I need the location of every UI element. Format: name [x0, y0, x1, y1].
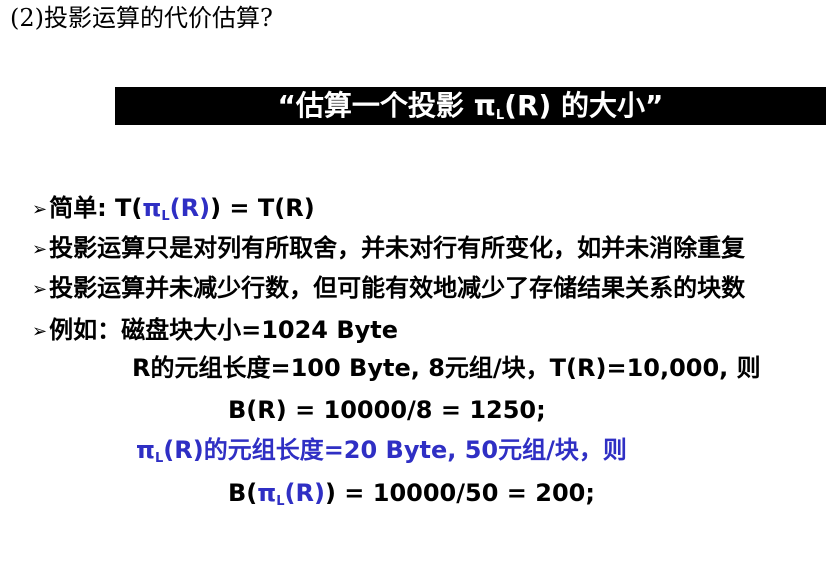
- example-line-4-prefix: B(: [228, 479, 258, 507]
- bullet-columns: ➢投影运算只是对列有所取舍，并未对行有所变化，如并未消除重复: [32, 231, 745, 267]
- example-line-4: B(πL(R)) = 10000/50 = 200;: [228, 476, 595, 510]
- slide: (2)投影运算的代价估算? “估算一个投影 πL(R) 的大小” ➢简单: T(…: [0, 0, 835, 576]
- example-line-3-pi-symbol: π: [136, 436, 155, 464]
- bullet-arrow-icon: ➢: [32, 199, 48, 220]
- example-line-4-pi-subscript: L: [276, 494, 285, 509]
- section-heading: (2)投影运算的代价估算?: [10, 4, 273, 32]
- banner-pi-symbol: π: [473, 89, 496, 122]
- banner-text-end: (R) 的大小”: [504, 89, 664, 122]
- example-line-4-projection: πL(R): [257, 479, 325, 509]
- bullet-simple-suffix: ) = T(R): [210, 194, 315, 222]
- bullet-example-text: 例如：磁盘块大小=1024 Byte: [49, 316, 399, 344]
- example-line-2: B(R) = 10000/8 = 1250;: [228, 396, 546, 424]
- example-line-4-relation: (R): [284, 479, 325, 507]
- bullet-arrow-icon: ➢: [32, 321, 48, 342]
- example-line-3-text: (R)的元组长度=20 Byte, 50元组/块，则: [163, 436, 627, 464]
- example-line-4-pi-symbol: π: [257, 479, 277, 507]
- bullet-simple-projection: πL(R): [142, 194, 211, 224]
- banner-text-start: “估算一个投影: [277, 89, 474, 122]
- example-line-1: R的元组长度=100 Byte, 8元组/块，T(R)=10,000, 则: [132, 354, 761, 382]
- example-line-3: πL(R)的元组长度=20 Byte, 50元组/块，则: [136, 433, 627, 467]
- bullet-simple-relation: (R): [169, 194, 211, 222]
- bullet-simple: ➢简单: T(πL(R)) = T(R): [32, 191, 315, 227]
- bullet-blocks-text: 投影运算并未减少行数，但可能有效地减少了存储结果关系的块数: [49, 274, 746, 302]
- banner-pi-subscript: L: [495, 108, 505, 123]
- bullet-simple-pi-symbol: π: [142, 194, 162, 222]
- example-line-4-suffix: ) = 10000/50 = 200;: [324, 479, 595, 507]
- bullet-simple-pi-subscript: L: [161, 209, 170, 224]
- bullet-columns-text: 投影运算只是对列有所取舍，并未对行有所变化，如并未消除重复: [49, 234, 746, 262]
- bullet-arrow-icon: ➢: [32, 239, 48, 260]
- title-banner: “估算一个投影 πL(R) 的大小”: [115, 87, 826, 125]
- bullet-arrow-icon: ➢: [32, 279, 48, 300]
- bullet-blocks: ➢投影运算并未减少行数，但可能有效地减少了存储结果关系的块数: [32, 271, 745, 307]
- bullet-example: ➢例如：磁盘块大小=1024 Byte: [32, 313, 398, 349]
- bullet-simple-prefix: 简单: T(: [49, 194, 143, 222]
